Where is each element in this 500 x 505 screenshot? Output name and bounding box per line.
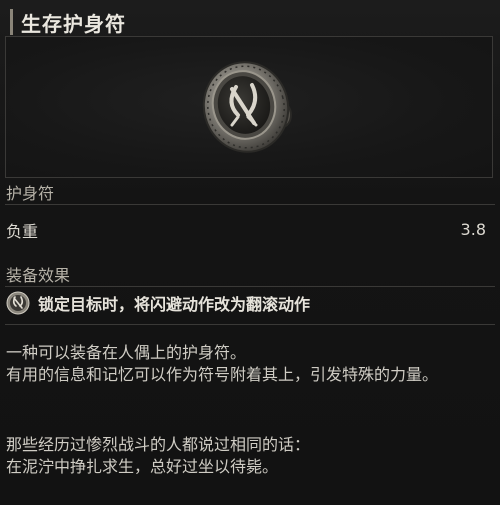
amulet-icon	[202, 61, 292, 153]
item-category: 护身符	[6, 184, 55, 203]
weight-value: 3.8	[460, 220, 486, 239]
item-description: 一种可以装备在人偶上的护身符。 有用的信息和记忆可以作为符号附着其上，引发特殊的…	[6, 342, 492, 386]
item-detail-panel: 生存护身符 护身符 负重 3.8 装备效果 锁定目标时，将闪避动作改为翻滚动作 …	[0, 0, 500, 505]
description-line: 有用的信息和记忆可以作为符号附着其上，引发特殊的力量。	[6, 365, 439, 384]
item-image-frame	[5, 36, 493, 178]
dodge-roll-icon	[6, 291, 30, 315]
item-lore: 那些经历过惨烈战斗的人都说过相同的话： 在泥泞中挣扎求生，总好过坐以待毙。	[6, 434, 492, 478]
item-title: 生存护身符	[21, 11, 126, 36]
divider	[5, 286, 495, 287]
divider	[5, 324, 495, 325]
weight-label: 负重	[6, 222, 39, 241]
effect-row: 锁定目标时，将闪避动作改为翻滚动作	[6, 290, 310, 316]
effect-section-label: 装备效果	[6, 266, 71, 285]
divider	[5, 204, 495, 205]
effect-text: 锁定目标时，将闪避动作改为翻滚动作	[38, 295, 311, 314]
lore-line: 那些经历过惨烈战斗的人都说过相同的话：	[6, 435, 311, 454]
description-line: 一种可以装备在人偶上的护身符。	[6, 343, 247, 362]
lore-line: 在泥泞中挣扎求生，总好过坐以待毙。	[6, 457, 279, 476]
title-accent-bar	[10, 9, 13, 35]
